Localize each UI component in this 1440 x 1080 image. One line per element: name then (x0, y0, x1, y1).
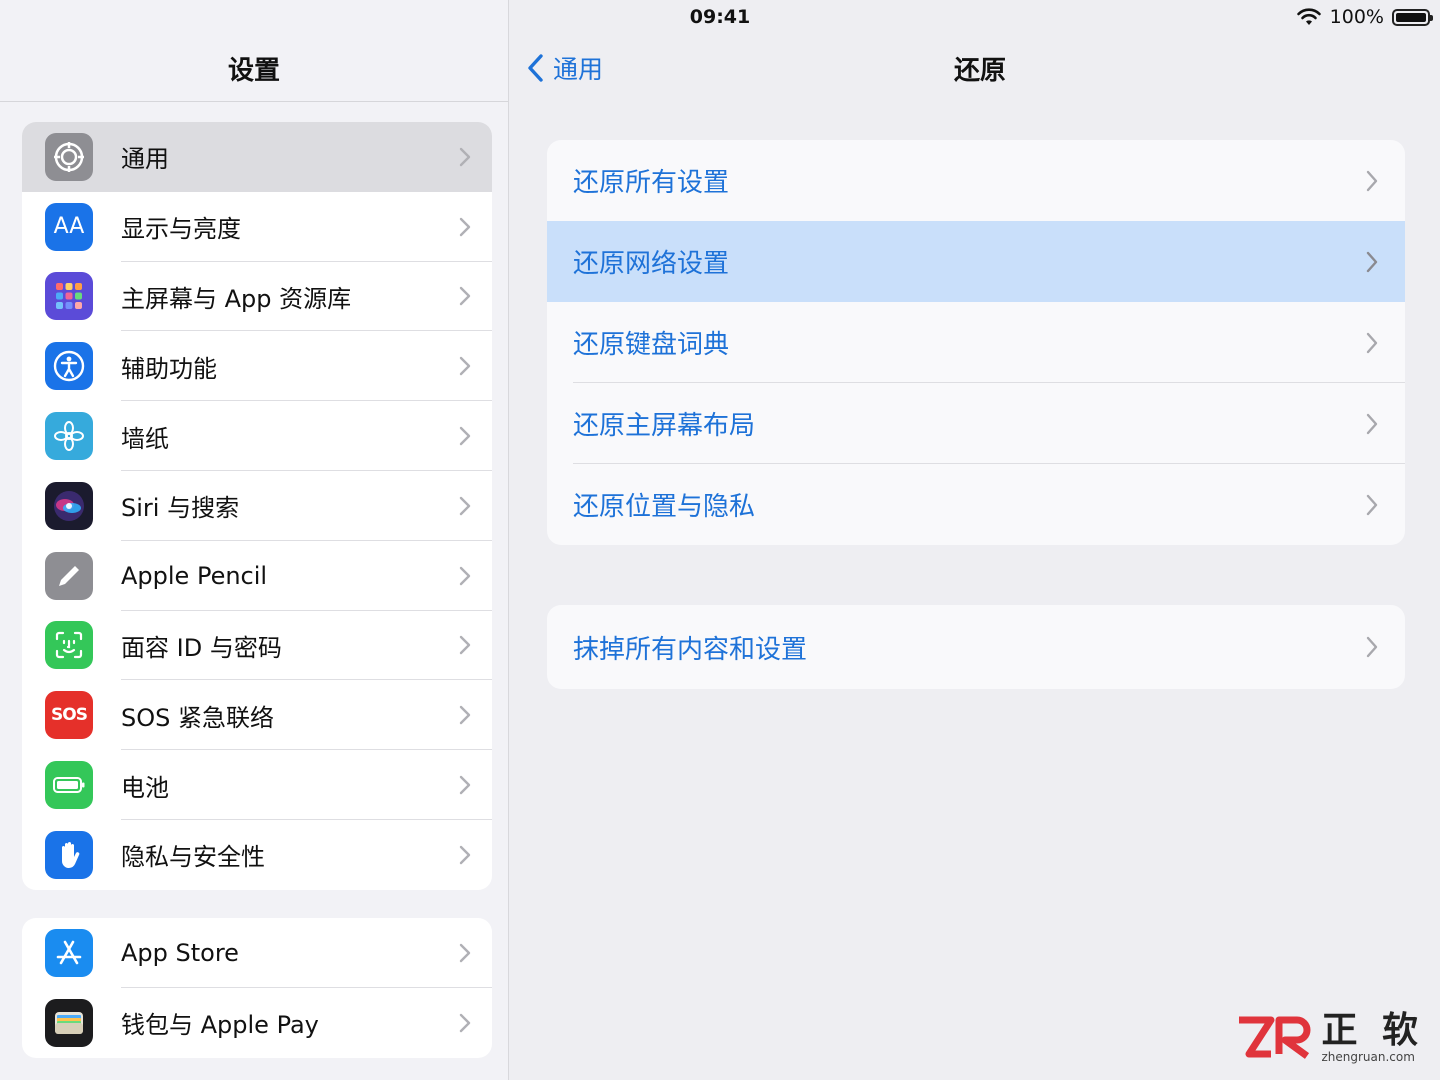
sidebar-item-sos[interactable]: SOS SOS 紧急联络 (22, 680, 492, 751)
sidebar-title: 设置 (227, 56, 280, 86)
siri-icon (45, 481, 93, 530)
page-title: 还原 (953, 56, 1006, 86)
sidebar-item-apple-pencil[interactable]: Apple Pencil (22, 541, 492, 611)
sidebar-item-label: 墙纸 (121, 424, 169, 453)
option-label: 还原键盘词典 (573, 330, 730, 360)
sidebar-item-label: 主屏幕与 App 资源库 (121, 284, 352, 313)
erase-all-content-button[interactable]: 抹掉所有内容和设置 (547, 605, 1405, 689)
sidebar-item-label: Siri 与搜索 (121, 494, 240, 523)
flower-icon (45, 412, 93, 461)
chevron-right-icon (459, 147, 471, 167)
home-grid-icon (45, 272, 93, 321)
option-label: 还原网络设置 (573, 249, 730, 279)
watermark-text: 正 软 zhengruan.com (1321, 1010, 1424, 1065)
sidebar-item-label: SOS 紧急联络 (121, 703, 274, 732)
face-id-icon (45, 621, 93, 670)
sidebar-item-label: 隐私与安全性 (121, 843, 265, 872)
zr-logo (1239, 1016, 1311, 1059)
chevron-right-icon (1366, 332, 1378, 353)
sidebar-item-app-store[interactable]: App Store (22, 918, 492, 988)
sidebar-item-siri[interactable]: Siri 与搜索 (22, 471, 492, 541)
app-store-icon (45, 928, 93, 977)
sidebar-item-general[interactable]: 通用 (22, 122, 492, 192)
chevron-right-icon (459, 845, 471, 865)
chevron-right-icon (459, 1013, 471, 1032)
chevron-right-icon (459, 217, 471, 236)
wallet-icon (45, 998, 93, 1047)
erase-card: 抹掉所有内容和设置 (547, 605, 1405, 689)
sidebar-item-wallet[interactable]: 钱包与 Apple Pay (22, 988, 492, 1058)
settings-sidebar: 设置 通用 AA 显示与亮度 主屏幕与 App 资源库 辅助功能 墙纸 Siri… (0, 0, 509, 1080)
sidebar-divider (0, 101, 508, 102)
sidebar-item-label: 钱包与 Apple Pay (121, 1011, 319, 1040)
reset-network-settings-button[interactable]: 还原网络设置 (547, 221, 1405, 302)
sos-icon: SOS (45, 691, 93, 740)
reset-home-screen-layout-button[interactable]: 还原主屏幕布局 (547, 383, 1405, 464)
sidebar-item-face-id[interactable]: 面容 ID 与密码 (22, 611, 492, 681)
sidebar-item-home-screen[interactable]: 主屏幕与 App 资源库 (22, 262, 492, 332)
settings-group-store: App Store 钱包与 Apple Pay (22, 918, 492, 1058)
sidebar-item-label: 辅助功能 (121, 354, 217, 383)
sidebar-item-battery[interactable]: 电池 (22, 750, 492, 820)
chevron-right-icon (1366, 251, 1378, 272)
pencil-icon (45, 551, 93, 600)
sidebar-item-label: 显示与亮度 (121, 215, 241, 244)
chevron-right-icon (1366, 636, 1378, 658)
sidebar-item-label: 电池 (121, 773, 169, 802)
accessibility-icon (45, 342, 93, 391)
sidebar-item-display[interactable]: AA 显示与亮度 (22, 192, 492, 262)
chevron-right-icon (1366, 170, 1378, 191)
text-size-icon: AA (45, 202, 93, 251)
sidebar-item-wallpaper[interactable]: 墙纸 (22, 401, 492, 471)
sidebar-item-accessibility[interactable]: 辅助功能 (22, 331, 492, 402)
chevron-right-icon (459, 775, 471, 795)
chevron-right-icon (459, 357, 471, 376)
chevron-right-icon (459, 706, 471, 725)
reset-options-card: 还原所有设置 还原网络设置 还原键盘词典 还原主屏幕布局 还原位置与隐私 (547, 140, 1405, 545)
sidebar-item-privacy[interactable]: 隐私与安全性 (22, 820, 492, 890)
gear-icon (45, 132, 93, 181)
watermark-name: 正 软 (1321, 1010, 1424, 1051)
chevron-right-icon (459, 636, 471, 655)
option-label: 还原主屏幕布局 (573, 411, 756, 441)
reset-all-settings-button[interactable]: 还原所有设置 (547, 140, 1405, 221)
chevron-right-icon (459, 943, 471, 963)
chevron-right-icon (459, 426, 471, 446)
option-label: 还原位置与隐私 (573, 492, 756, 522)
detail-pane: 通用 还原 还原所有设置 还原网络设置 还原键盘词典 还原主屏幕布局 还原位置与… (509, 0, 1440, 1080)
settings-group-main: 通用 AA 显示与亮度 主屏幕与 App 资源库 辅助功能 墙纸 Siri 与搜… (22, 122, 492, 890)
sidebar-item-label: App Store (121, 938, 239, 967)
watermark-site: zhengruan.com (1321, 1050, 1415, 1064)
battery-icon (45, 761, 93, 810)
sidebar-item-label: 通用 (121, 145, 169, 174)
chevron-right-icon (459, 287, 471, 306)
option-label: 抹掉所有内容和设置 (573, 634, 808, 665)
chevron-right-icon (1366, 494, 1378, 515)
reset-location-privacy-button[interactable]: 还原位置与隐私 (547, 464, 1405, 545)
sidebar-item-label: Apple Pencil (121, 561, 268, 590)
option-label: 还原所有设置 (573, 168, 730, 198)
sidebar-item-label: 面容 ID 与密码 (121, 633, 282, 662)
hand-icon (45, 830, 93, 879)
chevron-right-icon (459, 496, 471, 516)
watermark: 正 软 zhengruan.com (1235, 1012, 1424, 1064)
reset-keyboard-dictionary-button[interactable]: 还原键盘词典 (547, 302, 1405, 383)
chevron-right-icon (1366, 413, 1378, 434)
chevron-right-icon (459, 566, 471, 585)
